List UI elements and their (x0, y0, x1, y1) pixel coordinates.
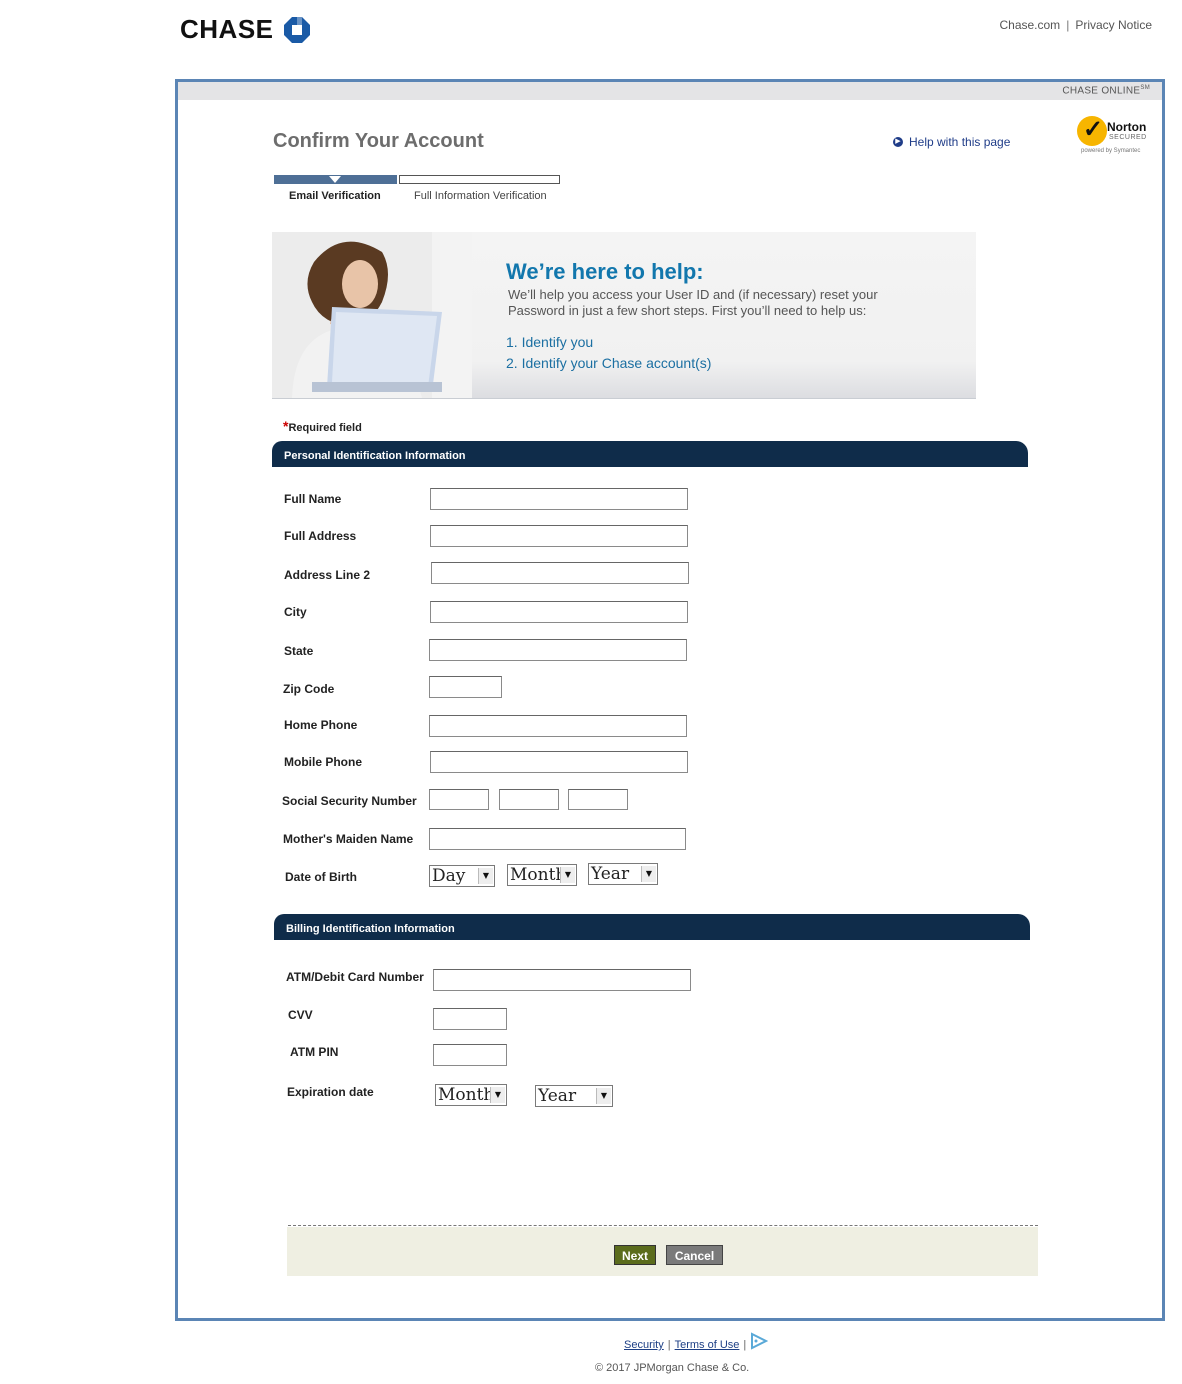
help-banner: We’re here to help: We’ll help you acces… (272, 232, 976, 399)
zip-code-label: Zip Code (283, 682, 335, 696)
required-text: Required field (288, 422, 362, 434)
dob-month-value: Month (510, 865, 567, 885)
home-phone-input[interactable] (429, 715, 687, 737)
dob-year-select[interactable]: Year ▼ (588, 863, 658, 885)
service-mark: SM (1140, 85, 1150, 91)
expiration-label: Expiration date (287, 1085, 374, 1099)
billing-section-header: Billing Identification Information (274, 914, 1030, 940)
card-number-input[interactable] (433, 969, 691, 991)
norton-badge[interactable]: ✓ Norton SECURED powered by Symantec (1077, 114, 1153, 158)
norton-check-icon: ✓ (1083, 116, 1104, 143)
banner-step-identify-you: 1. Identify you (506, 334, 594, 350)
dob-day-select[interactable]: Day ▼ (429, 865, 495, 887)
ssn-part2-input[interactable] (499, 789, 559, 810)
maiden-name-input[interactable] (429, 828, 686, 850)
atm-pin-input[interactable] (433, 1044, 507, 1066)
full-name-label: Full Name (284, 492, 342, 506)
norton-name: Norton (1107, 120, 1147, 134)
city-input[interactable] (430, 601, 688, 623)
dob-day-value: Day (432, 866, 466, 886)
terms-of-use-link[interactable]: Terms of Use (675, 1339, 740, 1351)
top-link-separator: | (1066, 18, 1070, 32)
zip-code-input[interactable] (429, 676, 502, 698)
privacy-notice-link[interactable]: Privacy Notice (1075, 18, 1152, 32)
security-link[interactable]: Security (624, 1339, 664, 1351)
full-name-input[interactable] (430, 488, 688, 510)
next-button[interactable]: Next (614, 1245, 656, 1265)
chase-com-link[interactable]: Chase.com (999, 18, 1060, 32)
state-label: State (284, 644, 314, 658)
full-address-input[interactable] (430, 525, 688, 547)
mobile-phone-input[interactable] (430, 751, 688, 773)
step-current-indicator (329, 176, 341, 183)
home-phone-label: Home Phone (284, 718, 358, 732)
dob-month-select[interactable]: Month ▼ (507, 864, 577, 886)
button-divider (288, 1225, 1038, 1226)
step-full-info-bar (399, 175, 560, 184)
chevron-down-icon: ▼ (560, 867, 575, 883)
footer-separator-2: | (743, 1339, 747, 1351)
chase-logo-text[interactable]: CHASE (180, 14, 274, 45)
cvv-input[interactable] (433, 1008, 507, 1030)
personal-section-header: Personal Identification Information (272, 441, 1028, 467)
cancel-button[interactable]: Cancel (666, 1245, 723, 1265)
city-label: City (284, 605, 307, 619)
exp-year-value: Year (538, 1086, 577, 1106)
exp-month-value: Month (438, 1085, 495, 1105)
dob-year-value: Year (591, 864, 630, 884)
step-email-label: Email Verification (289, 190, 381, 202)
exp-month-select[interactable]: Month ▼ (435, 1084, 507, 1106)
help-link[interactable]: ▶ Help with this page (893, 135, 1010, 149)
help-link-label: Help with this page (909, 135, 1011, 149)
atm-pin-label: ATM PIN (290, 1045, 339, 1059)
ssn-part1-input[interactable] (429, 789, 489, 810)
full-address-label: Full Address (284, 529, 357, 543)
footer-links: Security | Terms of Use | (624, 1339, 750, 1351)
copyright-text: © 2017 JPMorgan Chase & Co. (595, 1362, 750, 1374)
exp-year-select[interactable]: Year ▼ (535, 1085, 613, 1107)
maiden-name-label: Mother's Maiden Name (283, 832, 414, 846)
adchoices-icon[interactable] (750, 1332, 768, 1350)
button-bar (287, 1227, 1038, 1276)
card-number-label: ATM/Debit Card Number (286, 970, 424, 984)
woman-laptop-photo (272, 232, 472, 398)
mobile-phone-label: Mobile Phone (284, 755, 362, 769)
address-line2-input[interactable] (431, 562, 689, 584)
chase-online-label: CHASE ONLINESM (1062, 85, 1150, 96)
page-title: Confirm Your Account (273, 130, 484, 152)
banner-text: We’ll help you access your User ID and (… (508, 287, 878, 318)
cvv-label: CVV (288, 1008, 313, 1022)
top-gray-bar (178, 82, 1162, 100)
help-arrow-icon: ▶ (893, 137, 903, 147)
dob-label: Date of Birth (285, 870, 357, 884)
step-full-info-label: Full Information Verification (414, 190, 547, 202)
address-line2-label: Address Line 2 (284, 568, 371, 582)
required-field-note: *Required field (283, 418, 362, 434)
chevron-down-icon: ▼ (490, 1087, 505, 1103)
chevron-down-icon: ▼ (596, 1088, 611, 1104)
chase-online-text: CHASE ONLINE (1062, 85, 1141, 97)
norton-secured: SECURED (1109, 134, 1147, 141)
chevron-down-icon: ▼ (478, 868, 493, 884)
ssn-label: Social Security Number (282, 794, 417, 808)
banner-title: We’re here to help: (506, 259, 704, 284)
norton-powered: powered by Symantec (1081, 148, 1141, 154)
footer-separator: | (667, 1339, 671, 1351)
state-input[interactable] (429, 639, 687, 661)
banner-step-identify-account: 2. Identify your Chase account(s) (506, 355, 712, 371)
chevron-down-icon: ▼ (641, 866, 656, 882)
top-links: Chase.com | Privacy Notice (999, 18, 1152, 32)
chase-octagon-icon (284, 17, 310, 43)
ssn-part3-input[interactable] (568, 789, 628, 810)
